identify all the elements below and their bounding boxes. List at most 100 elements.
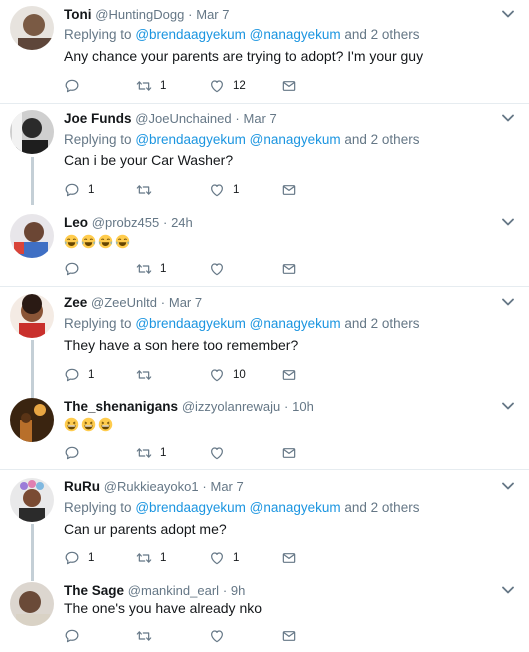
user-handle[interactable]: @mankind_earl — [128, 583, 219, 598]
display-name[interactable]: Toni — [64, 7, 92, 22]
tweet[interactable]: The_shenanigans @izzyolanrewaju · 10h 1 — [0, 398, 529, 460]
mention-link[interactable]: @brendaagyekum — [135, 27, 246, 42]
avatar[interactable] — [10, 110, 54, 154]
timestamp[interactable]: Mar 7 — [243, 111, 276, 126]
display-name[interactable]: Joe Funds — [64, 111, 132, 126]
chevron-down-icon[interactable] — [501, 481, 515, 491]
and-others-link[interactable]: and 2 others — [344, 316, 419, 331]
direct-message-button[interactable] — [281, 77, 297, 95]
reply-button[interactable]: 1 — [64, 366, 94, 384]
tweet[interactable]: Zee @ZeeUnltd · Mar 7 Replying to @brend… — [0, 294, 529, 384]
like-button[interactable]: 10 — [209, 366, 246, 384]
direct-message-button[interactable] — [281, 260, 297, 278]
display-name[interactable]: RuRu — [64, 479, 100, 494]
retweet-icon — [136, 445, 152, 461]
reply-button[interactable] — [64, 627, 88, 645]
display-name[interactable]: Zee — [64, 295, 87, 310]
user-handle[interactable]: @HuntingDogg — [95, 7, 184, 22]
timestamp[interactable]: 24h — [171, 215, 193, 230]
direct-message-button[interactable] — [281, 627, 297, 645]
replying-to-label: Replying to — [64, 500, 132, 515]
timestamp[interactable]: Mar 7 — [196, 7, 229, 22]
chevron-down-icon[interactable] — [501, 9, 515, 19]
retweet-button[interactable] — [136, 627, 160, 645]
tweet-actions: 1 1 1 — [64, 549, 304, 567]
tweet[interactable]: Joe Funds @JoeUnchained · Mar 7 Replying… — [0, 110, 529, 200]
reply-button[interactable] — [64, 77, 88, 95]
like-button[interactable] — [209, 627, 233, 645]
retweet-count: 1 — [160, 263, 167, 275]
user-handle[interactable]: @Rukkieayoko1 — [104, 479, 199, 494]
reply-icon — [64, 628, 80, 644]
reply-button[interactable] — [64, 260, 88, 278]
like-button[interactable]: 1 — [209, 549, 239, 567]
tweet[interactable]: RuRu @Rukkieayoko1 · Mar 7 Replying to @… — [0, 478, 529, 568]
retweet-button[interactable]: 1 — [136, 77, 166, 95]
direct-message-button[interactable] — [281, 181, 297, 199]
mention-link[interactable]: @nanagyekum — [250, 316, 341, 331]
replying-to-label: Replying to — [64, 316, 132, 331]
tweet-text — [64, 417, 113, 432]
tweet[interactable]: The Sage @mankind_earl · 9h The one's yo… — [0, 582, 529, 648]
heart-icon — [209, 78, 225, 94]
direct-message-button[interactable] — [281, 366, 297, 384]
chevron-down-icon[interactable] — [501, 113, 515, 123]
replying-to: Replying to @brendaagyekum @nanagyekum a… — [64, 499, 419, 517]
grinning-squinting-face-icon — [81, 417, 96, 432]
and-others-link[interactable]: and 2 others — [344, 500, 419, 515]
mention-link[interactable]: @brendaagyekum — [135, 132, 246, 147]
timestamp[interactable]: Mar 7 — [211, 479, 244, 494]
user-handle[interactable]: @probz455 — [92, 215, 159, 230]
divider — [0, 286, 529, 287]
user-handle[interactable]: @JoeUnchained — [135, 111, 231, 126]
tweet[interactable]: Toni @HuntingDogg · Mar 7 Replying to @b… — [0, 6, 529, 96]
mention-link[interactable]: @brendaagyekum — [135, 316, 246, 331]
retweet-button[interactable]: 1 — [136, 549, 166, 567]
retweet-button[interactable] — [136, 366, 160, 384]
avatar[interactable] — [10, 6, 54, 50]
user-handle[interactable]: @ZeeUnltd — [91, 295, 157, 310]
chevron-down-icon[interactable] — [501, 585, 515, 595]
avatar[interactable] — [10, 214, 54, 258]
retweet-button[interactable]: 1 — [136, 444, 166, 462]
retweet-button[interactable]: 1 — [136, 260, 166, 278]
mention-link[interactable]: @brendaagyekum — [135, 500, 246, 515]
heart-icon — [209, 367, 225, 383]
avatar[interactable] — [10, 478, 54, 522]
face-with-tears-of-joy-icon — [115, 234, 130, 249]
timestamp[interactable]: 10h — [292, 399, 314, 414]
divider — [0, 103, 529, 104]
tweet-actions: 1 1 — [64, 181, 304, 199]
chevron-down-icon[interactable] — [501, 401, 515, 411]
and-others-link[interactable]: and 2 others — [344, 132, 419, 147]
avatar[interactable] — [10, 294, 54, 338]
reply-button[interactable] — [64, 444, 88, 462]
timestamp[interactable]: 9h — [231, 583, 245, 598]
direct-message-button[interactable] — [281, 444, 297, 462]
like-button[interactable] — [209, 260, 233, 278]
like-button[interactable]: 1 — [209, 181, 239, 199]
reply-button[interactable]: 1 — [64, 181, 94, 199]
timestamp[interactable]: Mar 7 — [169, 295, 202, 310]
tweet[interactable]: Leo @probz455 · 24h 1 — [0, 214, 529, 280]
mention-link[interactable]: @nanagyekum — [250, 132, 341, 147]
mention-link[interactable]: @nanagyekum — [250, 500, 341, 515]
reply-button[interactable]: 1 — [64, 549, 94, 567]
avatar[interactable] — [10, 398, 54, 442]
and-others-link[interactable]: and 2 others — [344, 27, 419, 42]
tweet-header: Leo @probz455 · 24h — [64, 214, 193, 232]
like-button[interactable]: 12 — [209, 77, 246, 95]
display-name[interactable]: The Sage — [64, 583, 124, 598]
chevron-down-icon[interactable] — [501, 297, 515, 307]
direct-message-button[interactable] — [281, 549, 297, 567]
user-handle[interactable]: @izzyolanrewaju — [182, 399, 280, 414]
display-name[interactable]: Leo — [64, 215, 88, 230]
retweet-button[interactable] — [136, 181, 160, 199]
retweet-count: 1 — [160, 447, 167, 459]
chevron-down-icon[interactable] — [501, 217, 515, 227]
avatar[interactable] — [10, 582, 54, 626]
display-name[interactable]: The_shenanigans — [64, 399, 178, 414]
like-button[interactable] — [209, 444, 233, 462]
mention-link[interactable]: @nanagyekum — [250, 27, 341, 42]
tweet-header: The_shenanigans @izzyolanrewaju · 10h — [64, 398, 314, 416]
